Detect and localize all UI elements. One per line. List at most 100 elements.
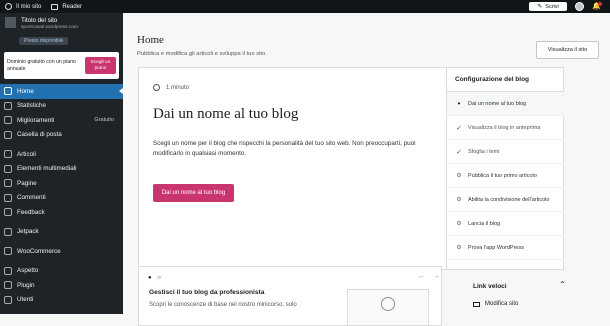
reader-label: Reader [62,3,83,10]
sidebar-item-pages[interactable]: Pagine [0,176,123,191]
site-plan-badge: Presto disponibile [19,37,69,45]
sidebar-item-stats[interactable]: Statistiche [0,99,123,114]
arrow-left-icon[interactable]: ← [418,273,425,280]
sidebar-item-label: Casella di posta [17,131,62,139]
task-heading: Dai un nome al tuo blog [153,106,299,122]
checklist: Configurazione del blog • Dai un nome al … [446,68,564,269]
checklist-label: Prova l'app WordPress [468,244,524,251]
pages-icon [4,179,12,188]
arrow-right-icon[interactable]: → [433,273,440,280]
sidebar-item-label: Commenti [17,194,46,202]
promo-text: Dominio gratuito con un piano annuale [7,59,76,72]
my-site-label: Il mio sito [16,3,42,10]
users-icon [4,295,12,304]
checklist-label: Pubblica il tuo primo articolo [468,172,537,179]
sidebar-item-woocommerce[interactable]: WooCommerce [0,244,123,259]
write-button[interactable]: ✎ Scrivi [529,2,567,11]
sidebar-item-media[interactable]: Elementi multimediali [0,162,123,177]
sidebar-item-home[interactable]: Home [0,84,123,99]
plugins-icon [4,281,12,290]
edit-site-link[interactable]: Modifica sito [473,301,518,307]
reader-icon [51,3,59,10]
sidebar-item-label: Home [17,87,34,95]
pending-circle-icon [455,196,463,203]
task-description: Scegli un nome per il blog che rispecchi… [153,140,416,157]
stats-icon [4,101,12,110]
carousel-dots[interactable]: ● ○ [148,275,163,281]
site-url: sportcasati.wordpress.com [21,25,79,30]
comments-icon [4,193,12,202]
sidebar-item-label: Plugin [17,281,35,289]
upgrades-icon [4,116,12,125]
domain-promo: Dominio gratuito con un piano annuale Sc… [4,52,119,79]
view-site-button[interactable]: Visualizza il sito [536,41,599,59]
sidebar-item-label: Jetpack [17,228,39,236]
quick-links: Link veloci ⌃ Modifica sito [446,266,566,326]
checklist-item[interactable]: Lancia il blog [447,212,564,236]
inbox-icon [4,130,12,139]
page-title: Home [137,34,164,46]
checklist-item[interactable]: Prova l'app WordPress [447,236,564,260]
sidebar-item-label: Statistiche [17,102,47,110]
pen-icon: ✎ [537,4,543,10]
pending-circle-icon [455,220,463,227]
checklist-title: Configurazione del blog [447,68,564,92]
my-site-link[interactable]: Il mio sito [0,0,46,13]
sidebar-item-label: WooCommerce [17,247,61,255]
name-blog-button[interactable]: Dai un nome al tuo blog [153,184,234,202]
sidebar-item-users[interactable]: Utenti [0,293,123,308]
time-label: 1 minuto [166,84,190,91]
checklist-item[interactable]: ✓ Visualizza il blog in anteprima [447,116,564,140]
free-badge: Gratuito [94,117,114,124]
sidebar-item-comments[interactable]: Commenti [0,191,123,206]
appearance-icon [4,266,12,275]
sidebar-item-label: Aspetto [17,267,39,275]
avatar[interactable] [575,2,584,11]
pending-circle-icon [455,172,463,179]
sidebar-item-appearance[interactable]: Aspetto [0,264,123,279]
checklist-label: Visualizza il blog in anteprima [468,124,541,131]
sidebar-item-plugins[interactable]: Plugin [0,278,123,293]
sidebar-item-inbox[interactable]: Casella di posta [0,128,123,143]
task-panel: 1 minuto Dai un nome al tuo blog Scegli … [139,68,445,269]
checklist-item[interactable]: ✓ Sfoglia i temi [447,140,564,164]
time-estimate: 1 minuto [153,84,189,91]
site-icon [5,17,16,28]
home-icon [4,87,12,96]
sidebar-item-upgrades[interactable]: Miglioramenti Gratuito [0,113,123,128]
wordpress-logo-icon [381,297,395,311]
sidebar-item-label: Utenti [17,296,34,304]
main-content: Home Pubblica e modifica gli articoli e … [123,13,610,326]
clock-icon [153,84,160,91]
chevron-up-icon[interactable]: ⌃ [559,280,566,289]
carousel-arrows: ← → [410,273,440,280]
sidebar-item-jetpack[interactable]: Jetpack [0,225,123,240]
learn-heading: Gestisci il tuo blog da professionista [149,289,265,296]
sidebar-item-label: Elementi multimediali [17,165,77,173]
wordpress-icon [5,3,12,10]
choose-plan-button[interactable]: Scegli un piano [85,57,116,74]
notification-dot [598,2,602,6]
sidebar-nav: Home Statistiche Miglioramenti Gratuito C… [0,84,123,307]
media-icon [4,164,12,173]
sidebar-item-label: Pagine [17,179,37,187]
woocommerce-icon [4,247,12,256]
checklist-label: Abilita la condivisione dell'articolo [468,196,550,203]
sidebar: Titolo del sito sportcasati.wordpress.co… [0,13,123,314]
checklist-item[interactable]: Abilita la condivisione dell'articolo [447,188,564,212]
reader-link[interactable]: Reader [46,0,87,13]
current-dot-icon: • [457,99,461,108]
checkmark-icon: ✓ [456,148,462,156]
sidebar-item-posts[interactable]: Articoli [0,147,123,162]
sidebar-item-label: Articoli [17,150,36,158]
checklist-item[interactable]: Pubblica il tuo primo articolo [447,164,564,188]
course-illustration [347,289,429,326]
site-title: Titolo del sito [21,17,58,24]
feedback-icon [4,208,12,217]
sidebar-item-label: Feedback [17,208,45,216]
sidebar-item-feedback[interactable]: Feedback [0,205,123,220]
sidebar-item-label: Miglioramenti [17,116,55,124]
checklist-label: Lancia il blog [468,220,501,227]
learn-card: ● ○ ← → Gestisci il tuo blog da professio… [138,266,442,326]
checklist-item[interactable]: • Dai un nome al tuo blog [447,92,564,116]
